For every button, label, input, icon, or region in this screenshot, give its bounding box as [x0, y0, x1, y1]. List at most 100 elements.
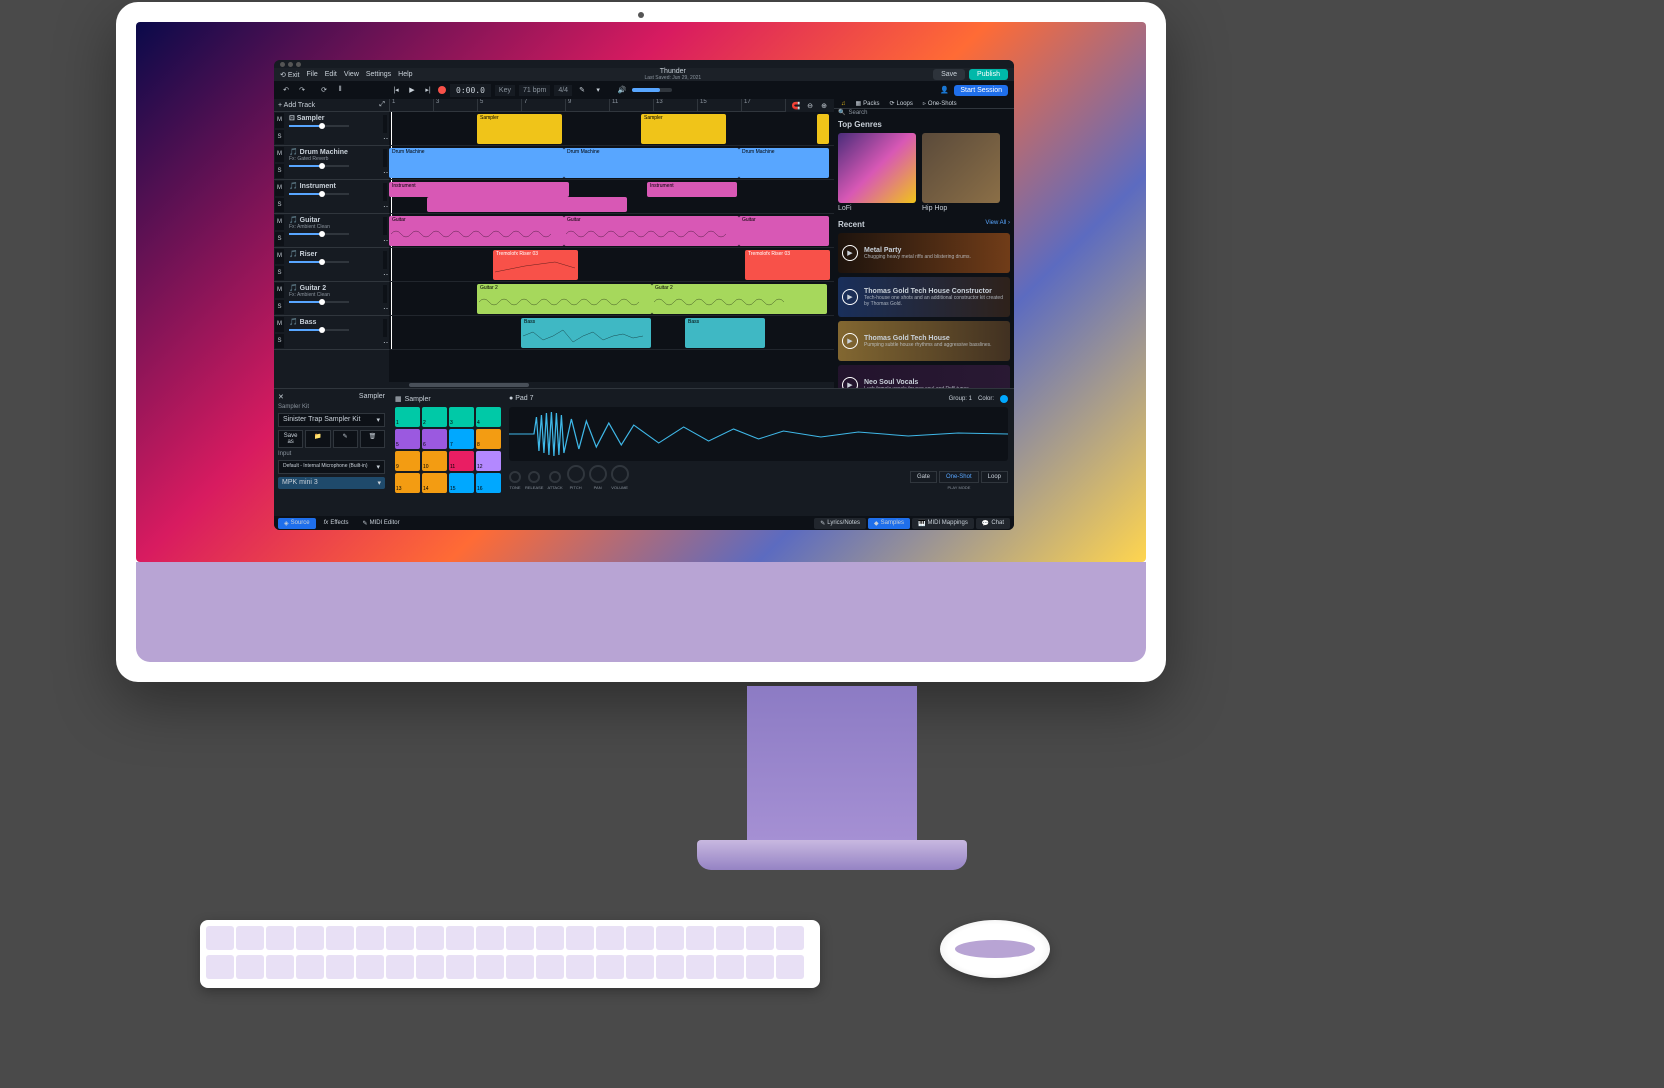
knob-release[interactable]	[528, 471, 540, 483]
input-select[interactable]: Default - Internal Microphone (Built-in)…	[278, 460, 385, 474]
sampler-pad-16[interactable]: 16	[476, 473, 501, 493]
sampler-pad-1[interactable]: 1	[395, 407, 420, 427]
clip-inst-1[interactable]: Instrument	[389, 182, 569, 197]
min-dot[interactable]	[288, 62, 293, 67]
clip-inst-3[interactable]	[427, 197, 627, 212]
pencil-icon[interactable]: ✎	[576, 84, 588, 96]
sampler-pad-8[interactable]: 8	[476, 429, 501, 449]
chevron-down-icon[interactable]: ▾	[592, 84, 604, 96]
record-icon[interactable]	[438, 86, 446, 94]
saveas-button[interactable]: Save as	[278, 430, 303, 448]
timesig-field[interactable]: 4/4	[554, 85, 572, 96]
sampler-pad-10[interactable]: 10	[422, 451, 447, 471]
zoom-out-icon[interactable]: ⊖	[804, 102, 816, 110]
knob-tone[interactable]	[509, 471, 521, 483]
mute-button[interactable]: M	[275, 215, 284, 230]
sampler-pad-5[interactable]: 5	[395, 429, 420, 449]
ruler-mark[interactable]: 9	[565, 99, 609, 111]
knob-volume[interactable]	[611, 465, 629, 483]
ruler-mark[interactable]: 5	[477, 99, 521, 111]
solo-button[interactable]: S	[275, 164, 284, 179]
genre-lofi[interactable]: LoFi	[838, 133, 916, 212]
ruler-mark[interactable]: 13	[653, 99, 697, 111]
menu-exit[interactable]: ⟲ Exit	[280, 71, 299, 79]
track-volume-slider[interactable]	[289, 233, 349, 235]
recent-item-2[interactable]: ▶Thomas Gold Tech House ConstructorTech-…	[838, 277, 1010, 317]
color-label[interactable]: Color:	[978, 396, 994, 402]
midi-device[interactable]: MPK mini 3 ▾	[278, 477, 385, 489]
solo-button[interactable]: S	[275, 130, 284, 145]
clip-riser-1[interactable]: Tremolofx Riser 03	[493, 250, 578, 280]
knob-pitch[interactable]	[567, 465, 585, 483]
pencil-icon[interactable]: ✎	[333, 430, 358, 448]
browser-search[interactable]: 🔍Search	[834, 109, 1014, 116]
sampler-pad-9[interactable]: 9	[395, 451, 420, 471]
menu-view[interactable]: View	[344, 71, 359, 78]
mute-button[interactable]: M	[275, 283, 284, 298]
track-row-5[interactable]: MS🎵 Guitar 2Fx: Ambient Clean⋯	[274, 282, 389, 316]
close-dot[interactable]	[280, 62, 285, 67]
clip-drum-2[interactable]: Drum Machine	[564, 148, 739, 178]
knob-pan[interactable]	[589, 465, 607, 483]
menu-file[interactable]: File	[306, 71, 317, 78]
track-volume-slider[interactable]	[289, 165, 349, 167]
clip-sampler-2[interactable]: Sampler	[641, 114, 726, 144]
play-icon[interactable]: ▶	[842, 377, 858, 388]
playmode-gate[interactable]: Gate	[910, 471, 937, 483]
clip-bass-1[interactable]: Bass	[521, 318, 651, 348]
playmode-one-shot[interactable]: One-Shot	[939, 471, 979, 483]
sampler-pad-12[interactable]: 12	[476, 451, 501, 471]
ruler-mark[interactable]: 11	[609, 99, 653, 111]
footer-source[interactable]: ◈ Source	[278, 518, 316, 529]
music-tab-icon[interactable]: ♫	[838, 100, 849, 108]
sampler-pad-4[interactable]: 4	[476, 407, 501, 427]
track-more-icon[interactable]: ⋯	[383, 134, 387, 143]
clip-drum-1[interactable]: Drum Machine	[389, 148, 564, 178]
mute-button[interactable]: M	[275, 147, 284, 162]
user-icon[interactable]: 👤	[938, 84, 950, 96]
clip-sampler-3[interactable]	[817, 114, 829, 144]
play-icon[interactable]: ▶	[842, 289, 858, 305]
clip-sampler-1[interactable]: Sampler	[477, 114, 562, 144]
track-more-icon[interactable]: ⋯	[383, 270, 387, 279]
skip-start-icon[interactable]: |◂	[390, 84, 402, 96]
track-volume-slider[interactable]	[289, 301, 349, 303]
group-label[interactable]: Group: 1	[949, 396, 972, 402]
clip-guitar2-2[interactable]: Guitar 2	[652, 284, 827, 314]
footer-samples[interactable]: ◆ Samples	[868, 518, 910, 529]
track-more-icon[interactable]: ⋯	[383, 236, 387, 245]
track-row-4[interactable]: MS🎵 Riser⋯	[274, 248, 389, 282]
bpm-field[interactable]: 71 bpm	[519, 85, 550, 96]
track-more-icon[interactable]: ⋯	[383, 202, 387, 211]
track-more-icon[interactable]: ⋯	[383, 304, 387, 313]
track-volume-slider[interactable]	[289, 193, 349, 195]
playmode-loop[interactable]: Loop	[981, 471, 1008, 483]
timeline-area[interactable]: 135791113151719 🧲 ⊖ ⊕ SamplerSampler Dru…	[389, 99, 834, 388]
clip-guitar-1[interactable]: Guitar	[389, 216, 564, 246]
solo-button[interactable]: S	[275, 334, 284, 349]
sampler-pad-14[interactable]: 14	[422, 473, 447, 493]
sampler-pad-7[interactable]: 7	[449, 429, 474, 449]
track-volume-slider[interactable]	[289, 125, 349, 127]
timeline-ruler[interactable]: 135791113151719	[389, 99, 834, 112]
recent-item-3[interactable]: ▶Thomas Gold Tech HousePumping subtle ho…	[838, 321, 1010, 361]
master-volume-slider[interactable]	[632, 88, 672, 92]
track-row-2[interactable]: MS🎵 Instrument⋯	[274, 180, 389, 214]
browser-tab-oneshots[interactable]: ▹ One-Shots	[920, 99, 960, 108]
clip-bass-2[interactable]: Bass	[685, 318, 765, 348]
max-dot[interactable]	[296, 62, 301, 67]
undo-icon[interactable]: ↶	[280, 84, 292, 96]
save-button[interactable]: Save	[933, 69, 965, 80]
zoom-in-icon[interactable]: ⊕	[818, 102, 830, 110]
ruler-mark[interactable]: 7	[521, 99, 565, 111]
track-more-icon[interactable]: ⋯	[383, 338, 387, 347]
play-icon[interactable]: ▶	[842, 333, 858, 349]
trash-icon[interactable]: 🗑	[360, 430, 385, 448]
menu-settings[interactable]: Settings	[366, 71, 391, 78]
track-row-6[interactable]: MS🎵 Bass⋯	[274, 316, 389, 350]
menu-help[interactable]: Help	[398, 71, 412, 78]
footer-midi-map[interactable]: 🎹 MIDI Mappings	[912, 518, 974, 529]
mute-button[interactable]: M	[275, 181, 284, 196]
recent-item-1[interactable]: ▶Metal PartyChugging heavy metal riffs a…	[838, 233, 1010, 273]
transport-time[interactable]: 0:00.0	[450, 84, 491, 97]
